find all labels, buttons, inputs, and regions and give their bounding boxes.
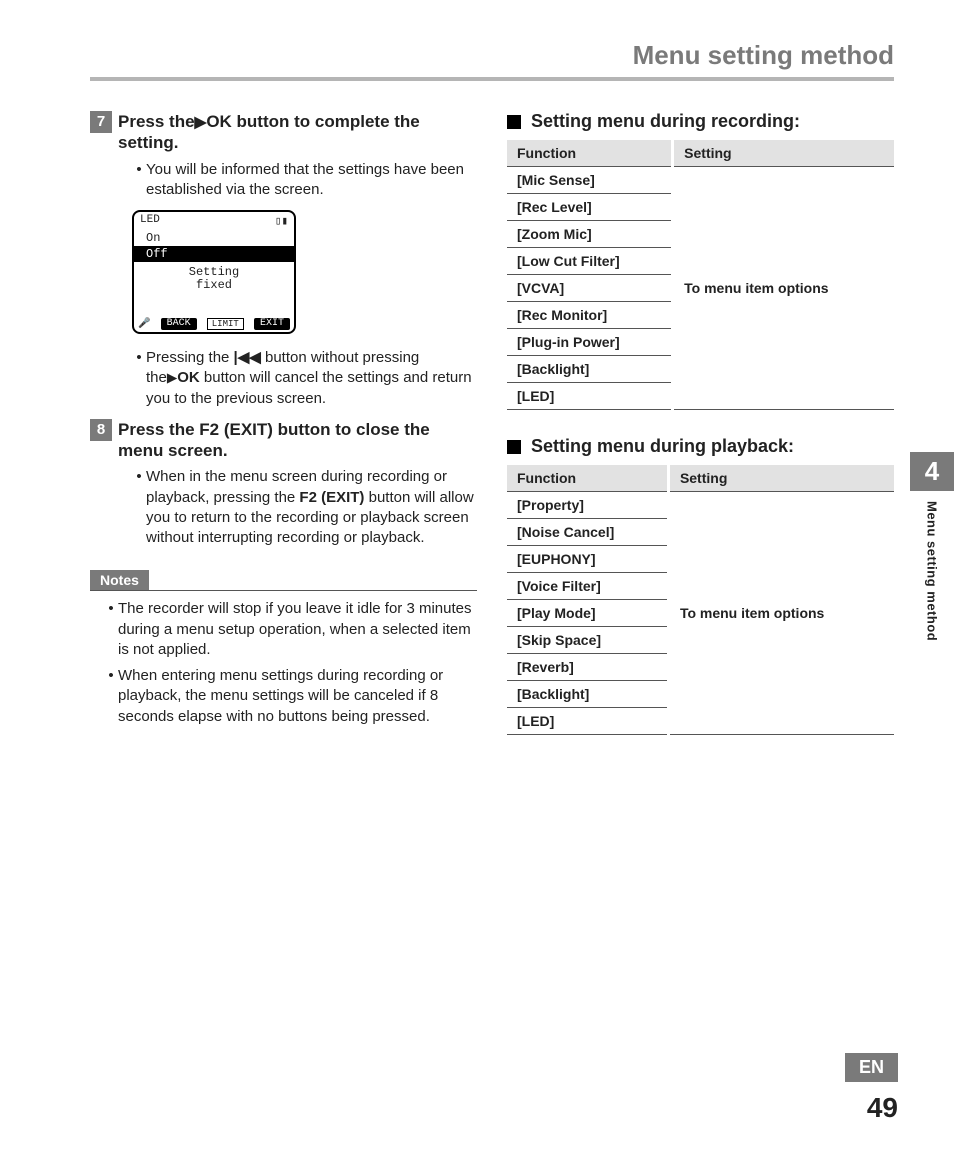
table-row: [LED] — [507, 383, 673, 410]
table-row: [Reverb] — [507, 654, 668, 681]
step-7-bullet-2: Pressing the |◀◀ button without pressing… — [146, 348, 477, 409]
table-row: [Backlight] — [507, 356, 673, 383]
table-header-function: Function — [507, 465, 668, 492]
mic-icon: 🎤 — [138, 318, 150, 330]
step-7-heading: 7 Press the▶OK button to complete the se… — [90, 111, 477, 154]
left-column: 7 Press the▶OK button to complete the se… — [90, 111, 477, 761]
playback-section-heading: Setting menu during playback: — [507, 436, 894, 457]
table-row: [Property] — [507, 492, 668, 519]
language-badge: EN — [845, 1053, 898, 1082]
step-8-heading: 8 Press the F2 (EXIT) button to close th… — [90, 419, 477, 462]
table-row: [VCVA] — [507, 275, 673, 302]
screen-exit-button: EXIT — [254, 318, 290, 330]
content-columns: 7 Press the▶OK button to complete the se… — [90, 111, 894, 761]
screen-title: LED — [140, 214, 160, 228]
recording-section-heading: Setting menu during recording: — [507, 111, 894, 132]
step-7-body-after: • Pressing the |◀◀ button without pressi… — [132, 348, 477, 409]
play-icon: ▶ — [167, 370, 177, 385]
screen-back-button: BACK — [161, 318, 197, 330]
table-row: [Zoom Mic] — [507, 221, 673, 248]
chapter-label: Menu setting method — [925, 491, 940, 651]
recording-table: Function Setting [Mic Sense]To menu item… — [507, 140, 894, 410]
sidebar-tab: 4 Menu setting method — [910, 452, 954, 651]
square-bullet-icon — [507, 440, 521, 454]
step-7-bullet-1: You will be informed that the settings h… — [146, 160, 477, 201]
playback-table: Function Setting [Property]To menu item … — [507, 465, 894, 735]
setting-cell: To menu item options — [668, 492, 894, 735]
screen-limit-label: LIMIT — [207, 318, 244, 330]
table-row: [Voice Filter] — [507, 573, 668, 600]
page-title: Menu setting method — [90, 40, 894, 77]
table-row: [Mic Sense] — [507, 167, 673, 194]
screen-option-off: Off — [134, 246, 294, 262]
step-8-body: • When in the menu screen during recordi… — [132, 467, 477, 548]
step-7-title: Press the▶OK button to complete the sett… — [118, 111, 477, 154]
table-row: [Backlight] — [507, 681, 668, 708]
square-bullet-icon — [507, 115, 521, 129]
step-number-8: 8 — [90, 419, 112, 441]
setting-cell: To menu item options — [673, 167, 894, 410]
step-8-title: Press the F2 (EXIT) button to close the … — [118, 419, 477, 462]
notes-label: Notes — [90, 570, 149, 590]
device-screen: LED ▯▮ On Off Setting fixed 🎤 BACK LIMIT… — [132, 210, 296, 334]
table-row: [Play Mode] — [507, 600, 668, 627]
table-row: [Rec Monitor] — [507, 302, 673, 329]
table-header-setting: Setting — [673, 140, 894, 167]
table-header-function: Function — [507, 140, 673, 167]
table-row: [Low Cut Filter] — [507, 248, 673, 275]
footer: EN 49 — [845, 1053, 898, 1124]
table-row: [Rec Level] — [507, 194, 673, 221]
header-rule — [90, 77, 894, 81]
step-8-bullet-1: When in the menu screen during recording… — [146, 467, 477, 548]
rewind-icon: |◀◀ — [234, 349, 261, 366]
screen-message: Setting fixed — [134, 262, 294, 292]
step-number-7: 7 — [90, 111, 112, 133]
page-number: 49 — [845, 1092, 898, 1124]
table-row: [Skip Space] — [507, 627, 668, 654]
note-1: The recorder will stop if you leave it i… — [118, 599, 477, 660]
battery-icon: ▯▮ — [275, 214, 288, 228]
table-row: [Plug-in Power] — [507, 329, 673, 356]
table-row: [LED] — [507, 708, 668, 735]
table-header-setting: Setting — [668, 465, 894, 492]
play-icon: ▶ — [195, 114, 207, 131]
notes-section: Notes •The recorder will stop if you lea… — [90, 558, 477, 727]
right-column: Setting menu during recording: Function … — [507, 111, 894, 761]
note-2: When entering menu settings during recor… — [118, 666, 477, 727]
screen-option-on: On — [134, 230, 294, 246]
table-row: [Noise Cancel] — [507, 519, 668, 546]
table-row: [EUPHONY] — [507, 546, 668, 573]
step-7-body: •You will be informed that the settings … — [132, 160, 477, 201]
chapter-number: 4 — [910, 452, 954, 491]
page: Menu setting method 7 Press the▶OK butto… — [0, 0, 954, 1158]
